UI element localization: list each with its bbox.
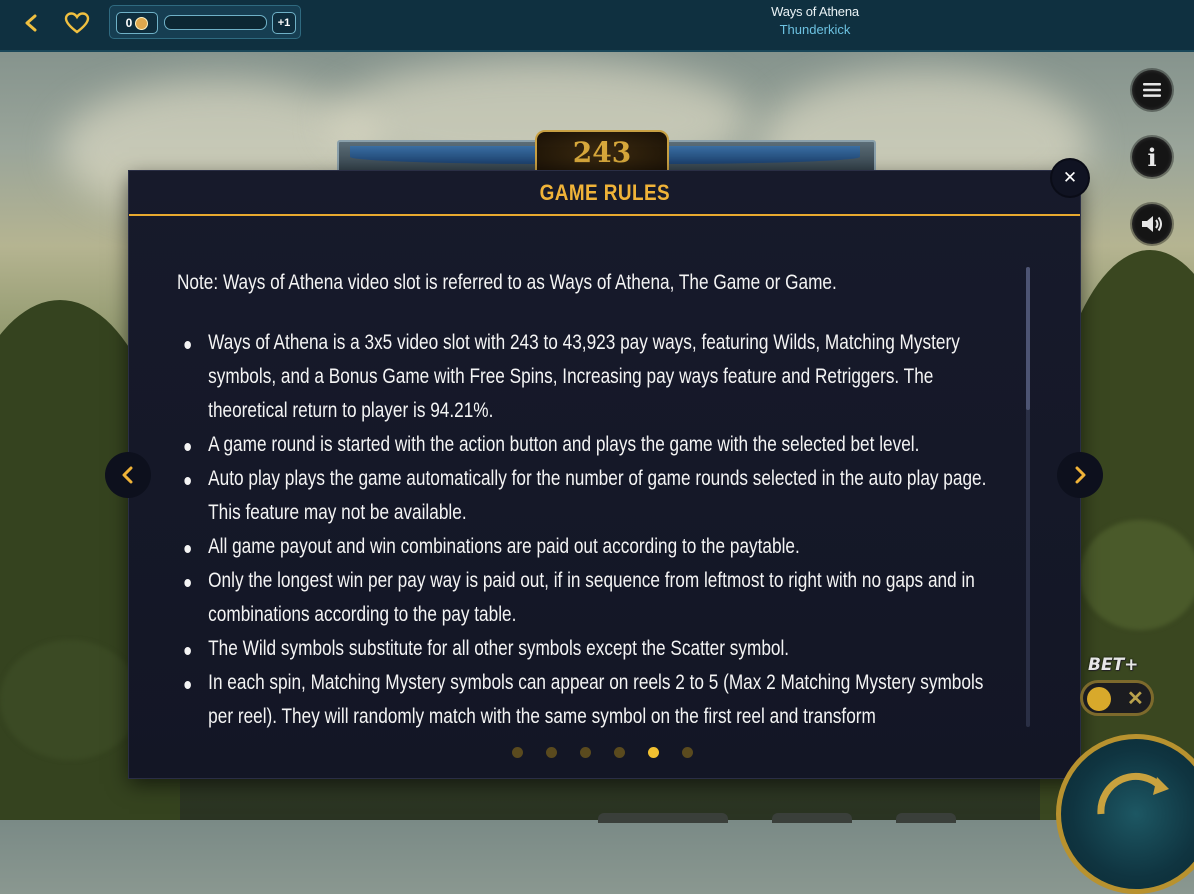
level-progress[interactable]: 0 +1 <box>109 5 301 39</box>
chevron-left-icon <box>122 466 133 484</box>
favorite-button[interactable] <box>64 9 92 37</box>
coin-counter: 0 <box>116 12 158 34</box>
rule-item: Auto play plays the game automatically f… <box>177 462 1007 530</box>
ways-count: 243 <box>535 130 669 176</box>
hamburger-menu-icon <box>1143 83 1161 97</box>
rules-note: Note: Ways of Athena video slot is refer… <box>177 271 837 294</box>
rules-content[interactable]: Note: Ways of Athena video slot is refer… <box>177 266 1007 728</box>
coin-icon <box>135 16 149 30</box>
toggle-knob <box>1087 687 1111 711</box>
bottom-control[interactable] <box>598 813 728 823</box>
scrollbar-thumb[interactable] <box>1026 267 1030 410</box>
info-icon: i <box>1147 142 1157 172</box>
top-bar: 0 +1 Ways of Athena Thunderkick <box>0 0 1194 52</box>
game-title: Ways of Athena <box>771 4 859 19</box>
bottom-control[interactable] <box>896 813 956 823</box>
speaker-icon <box>1142 216 1162 232</box>
game-title-block: Ways of Athena Thunderkick <box>715 4 915 37</box>
close-icon: ✕ <box>1062 168 1078 187</box>
menu-button[interactable] <box>1132 70 1172 110</box>
page-dot[interactable] <box>682 747 693 758</box>
spin-arrows-icon <box>1097 772 1169 815</box>
rules-list: Ways of Athena is a 3x5 video slot with … <box>177 326 1007 728</box>
rule-item: All game payout and win combinations are… <box>177 530 1007 564</box>
bet-plus-label: BET+ <box>1088 655 1139 675</box>
bottom-control[interactable] <box>772 813 852 823</box>
modal-header: GAME RULES <box>129 171 1080 216</box>
page-dot[interactable] <box>512 747 523 758</box>
page-indicator <box>512 747 712 761</box>
toggle-off-icon: ✕ <box>1127 688 1144 710</box>
page-dot[interactable] <box>648 747 659 758</box>
back-button[interactable] <box>18 10 44 36</box>
modal-title: GAME RULES <box>539 180 670 205</box>
spin-button[interactable] <box>1056 734 1194 894</box>
game-rules-modal: GAME RULES Note: Ways of Athena video sl… <box>129 171 1080 778</box>
page-dot[interactable] <box>614 747 625 758</box>
chevron-right-icon <box>1075 466 1086 484</box>
rule-item: In each spin, Matching Mystery symbols c… <box>177 666 1007 728</box>
bet-plus-toggle[interactable]: ✕ <box>1080 680 1154 716</box>
close-button[interactable]: ✕ <box>1052 160 1088 196</box>
scrollbar[interactable] <box>1026 267 1030 727</box>
rule-item: Only the longest win per pay way is paid… <box>177 564 1007 632</box>
rule-item: A game round is started with the action … <box>177 428 1007 462</box>
level-bonus-badge: +1 <box>272 12 296 34</box>
provider-name: Thunderkick <box>779 22 851 37</box>
next-page-button[interactable] <box>1057 452 1103 498</box>
sound-button[interactable] <box>1132 204 1172 244</box>
page-dot[interactable] <box>580 747 591 758</box>
rules-text: Note: Ways of Athena video slot is refer… <box>177 266 1007 728</box>
progress-bar <box>164 15 267 30</box>
rule-item: The Wild symbols substitute for all othe… <box>177 632 1007 666</box>
previous-page-button[interactable] <box>105 452 151 498</box>
heart-icon <box>64 12 90 34</box>
chevron-left-icon <box>25 14 37 32</box>
page-dot[interactable] <box>546 747 557 758</box>
info-button[interactable]: i <box>1132 137 1172 177</box>
rule-item: Ways of Athena is a 3x5 video slot with … <box>177 326 1007 428</box>
coin-count: 0 <box>125 16 133 30</box>
